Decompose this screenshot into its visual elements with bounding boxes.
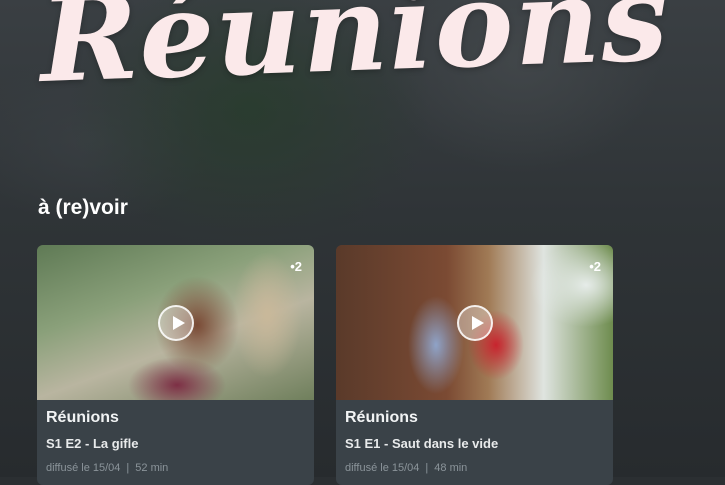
episode-thumbnail[interactable]: •2 xyxy=(37,245,314,400)
show-title-logo: Réunions xyxy=(37,0,671,109)
episode-card[interactable]: •2 Réunions S1 E2 - La gifle diffusé le … xyxy=(37,245,314,485)
episode-card[interactable]: •2 Réunions S1 E1 - Saut dans le vide di… xyxy=(336,245,613,485)
card-episode: S1 E1 - Saut dans le vide xyxy=(345,436,499,451)
card-meta: diffusé le 15/04 | 52 min xyxy=(46,462,169,474)
duration: 48 min xyxy=(434,462,468,474)
card-title: Réunions xyxy=(46,409,119,426)
play-icon[interactable] xyxy=(157,304,194,341)
aired-date: diffusé le 15/04 xyxy=(345,462,420,474)
duration: 52 min xyxy=(135,462,169,474)
channel-badge: •2 xyxy=(290,259,302,274)
aired-date: diffusé le 15/04 xyxy=(46,462,121,474)
card-episode: S1 E2 - La gifle xyxy=(46,436,139,451)
channel-badge: •2 xyxy=(589,259,601,274)
card-meta: diffusé le 15/04 | 48 min xyxy=(345,462,468,474)
section-title: à (re)voir xyxy=(38,196,128,219)
card-title: Réunions xyxy=(345,409,418,426)
play-icon[interactable] xyxy=(456,304,493,341)
episode-thumbnail[interactable]: •2 xyxy=(336,245,613,400)
